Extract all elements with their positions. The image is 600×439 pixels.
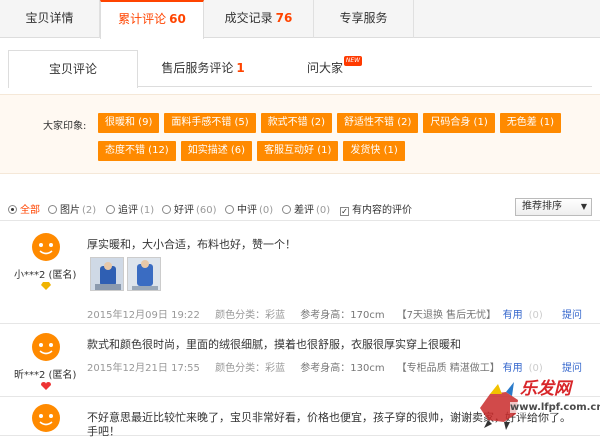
- impression-tag[interactable]: 态度不错 (12): [98, 141, 176, 161]
- checkmark-icon: ✓: [340, 207, 349, 216]
- sort-dropdown[interactable]: 推荐排序 ▼: [515, 198, 592, 216]
- impression-tag[interactable]: 发货快 (1): [343, 141, 405, 161]
- review-height: 参考身高：170cm: [300, 310, 385, 321]
- review-item: 小***2 (匿名) 厚实暖和，大小合适，布料也好，赞一个！ 2015年12月0…: [0, 222, 600, 324]
- review-photo-thumbnail[interactable]: [90, 257, 124, 291]
- radio-icon: [48, 205, 57, 214]
- sort-label: 推荐排序: [522, 201, 562, 212]
- radio-icon: [225, 205, 234, 214]
- review-actions: 有用 (0) 提问: [487, 306, 582, 321]
- subtab-after-sale-reviews[interactable]: 售后服务评论 1: [138, 50, 268, 87]
- chevron-down-icon: ▼: [580, 202, 587, 211]
- radio-icon: [106, 205, 115, 214]
- radio-icon: [282, 205, 291, 214]
- avatar: [32, 333, 60, 361]
- filter-count: (0): [316, 205, 331, 216]
- filter-photo-radio[interactable]: 图片 (2): [48, 201, 96, 216]
- review-subtab-bar: 宝贝评论 售后服务评论 1 问大家 NEW: [8, 50, 592, 88]
- vip-heart-icon: [41, 382, 51, 390]
- tab-transactions[interactable]: 成交记录 76: [204, 0, 314, 38]
- radio-icon: [162, 205, 171, 214]
- impression-panel: 大家印象: 很暖和 (9) 面料手感不错 (5) 款式不错 (2) 舒适性不错 (2)…: [0, 94, 600, 174]
- impression-tag[interactable]: 很暖和 (9): [98, 113, 160, 133]
- review-color: 颜色分类：彩蓝: [215, 310, 286, 321]
- subtab-label: 售后服务评论: [161, 61, 234, 75]
- subtab-label: 宝贝评论: [48, 62, 97, 76]
- tab-reviews[interactable]: 累计评论 60: [100, 0, 204, 39]
- filter-label: 全部: [20, 205, 40, 216]
- review-photo-list: [90, 257, 164, 294]
- new-badge: NEW: [344, 56, 362, 66]
- review-date: 2015年12月21日 17:55: [87, 363, 200, 374]
- tab-label: 专享服务: [339, 11, 388, 25]
- filter-label: 好评: [174, 205, 194, 216]
- tab-label: 累计评论: [118, 12, 167, 26]
- radio-icon: [8, 205, 17, 214]
- filter-count: (2): [82, 205, 97, 216]
- review-extra: 【7天退换 售后无忧】: [396, 310, 497, 321]
- filter-content-only-checkbox[interactable]: ✓ 有内容的评价: [340, 201, 412, 216]
- ask-link[interactable]: 提问: [562, 310, 582, 321]
- filter-positive-radio[interactable]: 好评 (60): [162, 201, 217, 216]
- vip-diamond-icon: [41, 282, 51, 290]
- filter-negative-radio[interactable]: 差评 (0): [282, 201, 330, 216]
- review-photo-thumbnail[interactable]: [127, 257, 161, 291]
- impression-tag[interactable]: 无色差 (1): [499, 113, 562, 133]
- subtab-count: 1: [236, 61, 245, 75]
- photo-image: [91, 258, 123, 290]
- filter-label: 中评: [237, 205, 257, 216]
- tab-count: 60: [169, 12, 186, 26]
- watermark-url: www.lfpf.com.cn: [510, 402, 600, 413]
- avatar: [32, 404, 60, 432]
- tab-exclusive-service[interactable]: 专享服务: [314, 0, 414, 38]
- review-text: 款式和颜色很时尚，里面的绒很细腻，摸着也很舒服，衣服很厚实穿上很暖和: [87, 338, 461, 351]
- impression-label: 大家印象:: [43, 121, 87, 132]
- filter-label: 追评: [118, 205, 138, 216]
- review-meta: 2015年12月09日 19:22 颜色分类：彩蓝 参考身高：170cm 【7天退…: [87, 306, 508, 321]
- impression-tag[interactable]: 客服互动好 (1): [257, 141, 339, 161]
- impression-tag[interactable]: 如实描述 (6): [180, 141, 253, 161]
- photo-image: [128, 258, 160, 290]
- impression-tag[interactable]: 尺码合身 (1): [423, 113, 495, 133]
- impression-tag-list: 很暖和 (9) 面料手感不错 (5) 款式不错 (2) 舒适性不错 (2) 尺码合身 (…: [98, 113, 568, 169]
- filter-neutral-radio[interactable]: 中评 (0): [225, 201, 273, 216]
- tab-count: 76: [275, 11, 293, 25]
- subtab-item-reviews[interactable]: 宝贝评论: [8, 50, 138, 88]
- filter-label: 有内容的评价: [352, 205, 412, 216]
- impression-tag[interactable]: 面料手感不错 (5): [164, 113, 256, 133]
- site-watermark: 乐发网 www.lfpf.com.cn: [476, 372, 600, 432]
- tab-label: 宝贝详情: [25, 11, 74, 25]
- useful-count: (0): [528, 310, 543, 321]
- filter-count: (0): [259, 205, 274, 216]
- watermark-title: 乐发网: [520, 379, 571, 399]
- useful-link[interactable]: 有用: [503, 310, 523, 321]
- filter-followup-radio[interactable]: 追评 (1): [106, 201, 154, 216]
- filter-count: (1): [140, 205, 155, 216]
- review-text: 厚实暖和，大小合适，布料也好，赞一个！: [87, 238, 296, 251]
- filter-count: (60): [196, 205, 217, 216]
- subtab-ask-everyone[interactable]: 问大家 NEW: [270, 50, 380, 87]
- reviewer-name: 昕***2 (匿名): [14, 370, 77, 381]
- top-tab-bar: 宝贝详情 累计评论 60 成交记录 76 专享服务: [0, 0, 600, 39]
- filter-all-radio[interactable]: 全部: [8, 201, 40, 216]
- avatar: [32, 233, 60, 261]
- review-filter-bar: 全部 图片 (2) 追评 (1) 好评 (60) 中评 (0) 差评 (0) ✓ 有内容的评…: [0, 193, 600, 221]
- review-height: 参考身高：130cm: [300, 363, 385, 374]
- tab-item-detail[interactable]: 宝贝详情: [0, 0, 100, 38]
- review-color: 颜色分类：彩蓝: [215, 363, 286, 374]
- review-date: 2015年12月09日 19:22: [87, 310, 200, 321]
- subtab-label: 问大家: [306, 61, 343, 75]
- impression-tag[interactable]: 款式不错 (2): [260, 113, 333, 133]
- tab-label: 成交记录: [224, 11, 273, 25]
- reviewer-name: 小***2 (匿名): [14, 270, 77, 281]
- filter-label: 差评: [294, 205, 314, 216]
- filter-label: 图片: [60, 205, 80, 216]
- impression-tag[interactable]: 舒适性不错 (2): [337, 113, 419, 133]
- review-meta: 2015年12月21日 17:55 颜色分类：彩蓝 参考身高：130cm 【专柜品…: [87, 359, 512, 374]
